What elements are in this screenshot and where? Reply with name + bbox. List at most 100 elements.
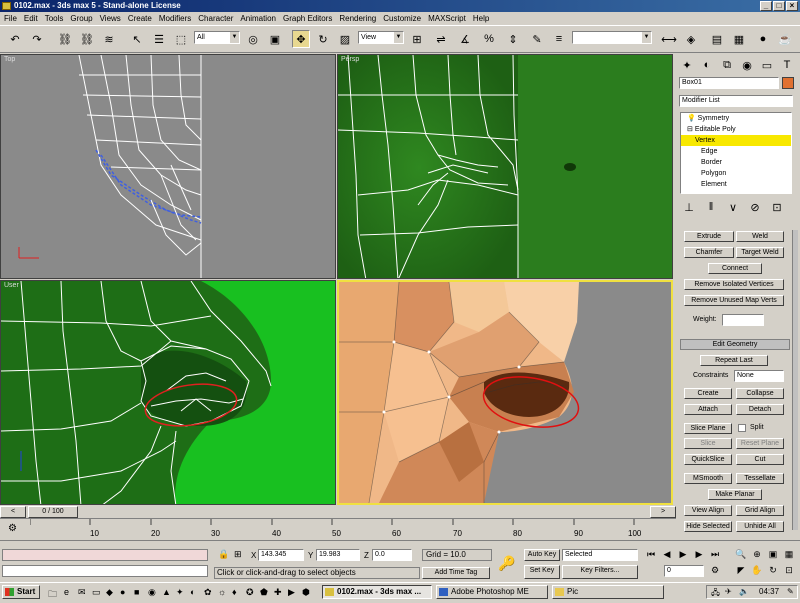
configure-sets-icon[interactable]: ⊡ <box>768 198 786 216</box>
maxscript-listener[interactable] <box>2 549 208 561</box>
menu-animation[interactable]: Animation <box>238 12 281 25</box>
pivot-center-icon[interactable]: ⊞ <box>408 30 426 48</box>
modifier-list-dropdown[interactable]: Modifier List <box>679 95 793 107</box>
repeat-last-button[interactable]: Repeat Last <box>700 355 768 366</box>
quicklaunch-explorer-icon[interactable]: 🗀 <box>48 587 57 603</box>
quicklaunch-app7-icon[interactable]: ◐ <box>190 587 195 597</box>
material-editor-icon[interactable]: ● <box>754 30 772 48</box>
named-selection-icon[interactable]: ≡ <box>550 30 568 48</box>
stack-item-border[interactable]: Border <box>681 157 791 168</box>
named-selection-dropdown[interactable] <box>572 31 652 44</box>
object-color-swatch[interactable] <box>782 77 794 89</box>
tray-ime-icon[interactable]: ✎ <box>787 587 794 596</box>
zoom-extents-icon[interactable]: ▣ <box>766 547 780 561</box>
remove-isolated-vertices-button[interactable]: Remove Isolated Vertices <box>684 279 784 290</box>
select-object-icon[interactable]: ↖ <box>128 30 146 48</box>
menu-customize[interactable]: Customize <box>381 12 426 25</box>
make-unique-icon[interactable]: ∨ <box>724 198 742 216</box>
slice-plane-button[interactable]: Slice Plane <box>684 423 732 434</box>
connect-button[interactable]: Connect <box>708 263 762 274</box>
start-button[interactable]: Start <box>2 585 40 599</box>
create-tab-icon[interactable]: ✦ <box>678 56 696 74</box>
maximize-button[interactable]: □ <box>773 1 785 11</box>
create-button[interactable]: Create <box>684 388 732 399</box>
render-scene-icon[interactable]: ☕ <box>776 30 794 48</box>
weight-input[interactable] <box>722 314 764 326</box>
angle-snap-icon[interactable]: ∡ <box>456 30 474 48</box>
collapse-button[interactable]: Collapse <box>736 388 784 399</box>
add-time-tag-button[interactable]: Add Time Tag <box>422 567 490 579</box>
schematic-view-icon[interactable]: ▦ <box>730 30 748 48</box>
select-and-rotate-icon[interactable]: ↻ <box>314 30 332 48</box>
menu-tools[interactable]: Tools <box>43 12 69 25</box>
stack-item-edge[interactable]: Edge <box>681 146 791 157</box>
close-button[interactable]: × <box>786 1 798 11</box>
modify-tab-icon[interactable]: ◐ <box>698 56 716 74</box>
menu-create[interactable]: Create <box>126 12 157 25</box>
play-icon[interactable]: ▶ <box>676 547 690 561</box>
menu-graph-editors[interactable]: Graph Editors <box>281 12 337 25</box>
viewport-label-user[interactable]: User <box>4 282 19 289</box>
quicklaunch-app13-icon[interactable]: ✚ <box>274 587 282 598</box>
reference-coord-dropdown[interactable]: View <box>358 31 404 44</box>
z-coordinate-input[interactable]: 0.0 <box>372 549 412 561</box>
pin-stack-icon[interactable]: ⊥ <box>680 198 698 216</box>
utilities-tab-icon[interactable]: T <box>778 56 796 74</box>
quickslice-button[interactable]: QuickSlice <box>684 454 732 465</box>
remove-modifier-icon[interactable]: ⊘ <box>746 198 764 216</box>
set-key-button[interactable]: Set Key <box>524 565 560 579</box>
quicklaunch-app10-icon[interactable]: ♦ <box>232 587 237 597</box>
viewport-user[interactable]: User <box>0 280 336 505</box>
unhide-all-button[interactable]: Unhide All <box>736 521 784 532</box>
go-to-end-icon[interactable]: ⏭ <box>708 547 722 561</box>
track-view-icon[interactable]: ▤ <box>708 30 726 48</box>
slice-button[interactable]: Slice <box>684 438 732 449</box>
go-to-start-icon[interactable]: ⏮ <box>644 547 658 561</box>
quicklaunch-app1-icon[interactable]: ◆ <box>106 587 113 598</box>
attach-button[interactable]: Attach <box>684 404 732 415</box>
stack-item-polygon[interactable]: Polygon <box>681 168 791 179</box>
undo-icon[interactable]: ↶ <box>6 30 24 48</box>
select-and-manipulate-icon[interactable]: ◎ <box>244 30 262 48</box>
msmooth-button[interactable]: MSmooth <box>684 473 732 484</box>
key-icon[interactable]: 🔑 <box>498 555 515 572</box>
align-icon[interactable]: ◈ <box>682 30 700 48</box>
select-and-scale-icon[interactable]: ▨ <box>336 30 354 48</box>
quicklaunch-app12-icon[interactable]: ⬟ <box>260 587 268 598</box>
viewport-label-persp[interactable]: Persp <box>341 56 359 63</box>
menu-edit[interactable]: Edit <box>22 12 43 25</box>
command-panel-scrollbar[interactable] <box>792 230 798 530</box>
bind-space-warp-icon[interactable]: ≋ <box>100 30 118 48</box>
time-prev-button[interactable]: < <box>0 506 26 518</box>
viewport-label-top[interactable]: Top <box>4 56 15 63</box>
menu-help[interactable]: Help <box>471 12 494 25</box>
stack-item-symmetry[interactable]: 💡 Symmetry <box>681 113 791 124</box>
lock-selection-icon[interactable]: 🔒 <box>218 549 229 560</box>
quicklaunch-desktop-icon[interactable]: ▭ <box>92 587 101 598</box>
view-align-button[interactable]: View Align <box>684 505 732 516</box>
time-configuration-icon[interactable]: ⚙ <box>708 563 722 577</box>
select-link-icon[interactable]: ⛓ <box>56 30 74 48</box>
quicklaunch-app2-icon[interactable]: ● <box>120 587 125 597</box>
track-bar[interactable]: ⚙ 10 20 30 40 50 60 70 80 90 100 <box>0 518 676 540</box>
tray-lang-icon[interactable]: ✈ <box>725 587 732 596</box>
tray-network-icon[interactable]: 🖧 <box>711 587 720 601</box>
rectangular-selection-icon[interactable]: ⬚ <box>172 30 190 48</box>
target-weld-button[interactable]: Target Weld <box>736 247 784 258</box>
quicklaunch-app15-icon[interactable]: ⬢ <box>302 587 310 598</box>
extrude-button[interactable]: Extrude <box>684 231 734 242</box>
motion-tab-icon[interactable]: ◉ <box>738 56 756 74</box>
window-crossing-icon[interactable]: ▣ <box>266 30 284 48</box>
split-checkbox[interactable] <box>738 424 746 432</box>
absolute-mode-icon[interactable]: ⊞ <box>234 549 242 560</box>
weld-button[interactable]: Weld <box>736 231 784 242</box>
taskbar-item-photoshop[interactable]: Adobe Photoshop ME <box>436 585 548 599</box>
remove-unused-map-verts-button[interactable]: Remove Unused Map Verts <box>684 295 784 306</box>
zoom-extents-all-icon[interactable]: ▦ <box>782 547 796 561</box>
quicklaunch-app14-icon[interactable]: ▶ <box>288 587 295 598</box>
constraints-dropdown[interactable]: None <box>734 370 784 382</box>
viewport-perspective[interactable]: Persp <box>337 54 673 279</box>
mirror-selected-icon[interactable]: ⟷ <box>660 30 678 48</box>
quicklaunch-app11-icon[interactable]: ✪ <box>246 587 254 598</box>
stack-item-editable-poly[interactable]: ⊟ Editable Poly <box>681 124 791 135</box>
